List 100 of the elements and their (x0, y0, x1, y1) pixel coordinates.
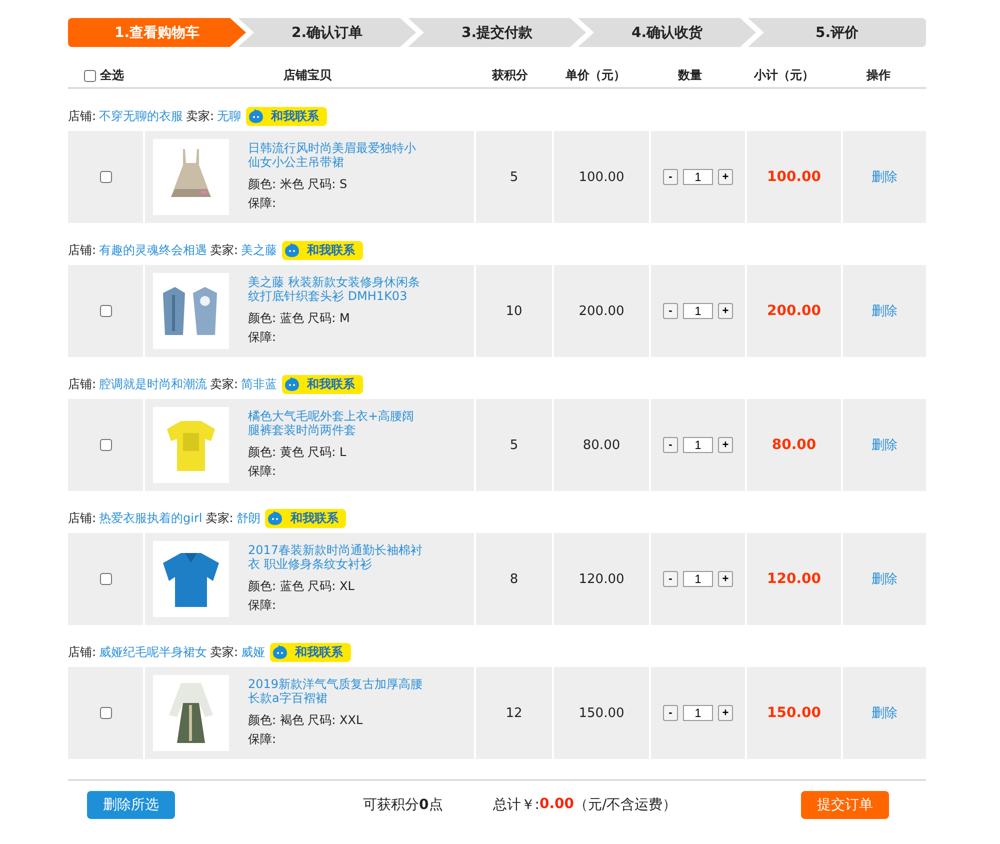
increase-button[interactable]: + (718, 303, 733, 319)
subtotal: 150.00 (766, 705, 822, 721)
shop-link[interactable]: 腔调就是时尚和潮流 (99, 376, 208, 392)
contact-button[interactable]: 和我联系 (270, 642, 352, 662)
shop-link[interactable]: 不穿无聊的衣服 (99, 108, 184, 124)
seller-link[interactable]: 威娅 (241, 644, 266, 660)
product-title-link[interactable]: 美之藤 秋装新款女装修身休闲条纹打底针织套头衫 DMH1K03 (248, 275, 426, 303)
unit-price: 100.00 (578, 170, 624, 184)
increase-button[interactable]: + (718, 705, 733, 721)
shop-link[interactable]: 有趣的灵魂终会相遇 (99, 242, 208, 258)
shop-label: 店铺: (68, 108, 96, 124)
decrease-button[interactable]: - (663, 437, 678, 453)
increase-button[interactable]: + (718, 437, 733, 453)
seller-label: 卖家: (186, 108, 214, 124)
column-header: 单价（元） (566, 67, 626, 84)
item-checkbox[interactable] (100, 305, 112, 317)
guarantee-label: 保障: (248, 329, 278, 346)
contact-button[interactable]: 和我联系 (246, 106, 328, 126)
decrease-button[interactable]: - (663, 303, 678, 319)
seller-label: 卖家: (210, 644, 238, 660)
delete-link[interactable]: 删除 (872, 436, 898, 454)
delete-link[interactable]: 删除 (872, 704, 898, 722)
seller-label: 卖家: (210, 242, 238, 258)
chat-bubble-icon (267, 510, 284, 526)
contact-button[interactable]: 和我联系 (282, 240, 364, 260)
column-header: 数量 (678, 67, 702, 84)
seller-link[interactable]: 舒朗 (236, 510, 260, 526)
product-title-link[interactable]: 橘色大气毛呢外套上衣+高腰阔腿裤套装时尚两件套 (248, 409, 426, 437)
points-value: 8 (510, 572, 518, 586)
product-title-link[interactable]: 日韩流行风时尚美眉最爱独特小仙女小公主吊带裙 (248, 141, 426, 169)
product-specs: 颜色: 蓝色 尺码: XL (248, 578, 356, 595)
select-all-label: 全选 (100, 67, 124, 84)
quantity-field[interactable]: 1 (683, 705, 713, 721)
points-value: 5 (510, 438, 518, 452)
step-tab[interactable]: 3.提交付款 (408, 18, 586, 47)
shop-label: 店铺: (68, 644, 96, 660)
product-title-link[interactable]: 2017春装新款时尚通勤长袖棉衬衣 职业修身条纹女衬衫 (248, 543, 426, 571)
product-specs: 颜色: 黄色 尺码: L (248, 444, 348, 461)
item-checkbox[interactable] (100, 171, 112, 183)
chat-bubble-icon (272, 644, 288, 660)
unit-price: 200.00 (578, 304, 624, 318)
unit-price: 80.00 (582, 438, 620, 452)
step-tab[interactable]: 2.确认订单 (238, 18, 416, 47)
shop-label: 店铺: (68, 510, 96, 526)
decrease-button[interactable]: - (663, 169, 678, 185)
unit-price: 120.00 (578, 572, 624, 586)
guarantee-label: 保障: (248, 597, 278, 614)
submit-order-button[interactable]: 提交订单 (801, 791, 889, 819)
increase-button[interactable]: + (718, 169, 733, 185)
chat-bubble-icon (248, 108, 264, 124)
column-header: 小计（元） (754, 67, 814, 84)
select-all-checkbox[interactable] (84, 70, 96, 82)
guarantee-label: 保障: (248, 731, 278, 748)
item-checkbox[interactable] (100, 707, 112, 719)
subtotal: 200.00 (766, 303, 822, 319)
subtotal: 80.00 (772, 437, 816, 453)
shop-label: 店铺: (68, 376, 96, 392)
delete-link[interactable]: 删除 (872, 168, 898, 186)
contact-button[interactable]: 和我联系 (282, 374, 364, 394)
quantity-field[interactable]: 1 (683, 169, 713, 185)
quantity-field[interactable]: 1 (683, 303, 713, 319)
delete-link[interactable]: 删除 (872, 302, 898, 320)
seller-label: 卖家: (210, 376, 238, 392)
seller-label: 卖家: (205, 510, 234, 526)
step-tab[interactable]: 4.确认收货 (578, 18, 756, 47)
item-checkbox[interactable] (100, 439, 112, 451)
total-note: （元/不含运费） (574, 796, 677, 814)
chat-bubble-icon (284, 376, 300, 392)
product-title-link[interactable]: 2019新款洋气气质复古加厚高腰长款a字百褶裙 (248, 677, 426, 705)
step-tab[interactable]: 1.查看购物车 (68, 18, 246, 47)
total-label: 总计￥: (492, 796, 540, 814)
decrease-button[interactable]: - (663, 571, 678, 587)
subtotal: 100.00 (766, 169, 822, 185)
chat-bubble-icon (284, 242, 300, 258)
delete-selected-button[interactable]: 删除所选 (87, 791, 175, 819)
column-header: 店铺宝贝 (284, 67, 332, 84)
points-summary: 可获积分0点 (363, 796, 443, 814)
seller-link[interactable]: 无聊 (217, 108, 242, 124)
points-value: 12 (506, 706, 522, 720)
product-specs: 颜色: 褐色 尺码: XXL (248, 712, 364, 729)
delete-link[interactable]: 删除 (872, 570, 898, 588)
column-header: 操作 (866, 67, 890, 84)
increase-button[interactable]: + (718, 571, 733, 587)
total-amount: 0.00 (539, 796, 574, 814)
decrease-button[interactable]: - (663, 705, 678, 721)
quantity-field[interactable]: 1 (683, 571, 713, 587)
seller-link[interactable]: 美之藤 (241, 242, 278, 258)
quantity-field[interactable]: 1 (683, 437, 713, 453)
seller-link[interactable]: 简非蓝 (241, 376, 278, 392)
product-specs: 颜色: 米色 尺码: S (248, 176, 348, 193)
step-tab[interactable]: 5.评价 (748, 18, 926, 47)
shop-link[interactable]: 热爱衣服执着的girl (99, 510, 202, 526)
product-specs: 颜色: 蓝色 尺码: M (248, 310, 351, 327)
guarantee-label: 保障: (248, 463, 278, 480)
shop-link[interactable]: 威娅纪毛呢半身裙女 (99, 644, 208, 660)
item-checkbox[interactable] (100, 573, 112, 585)
contact-button[interactable]: 和我联系 (265, 508, 346, 528)
subtotal: 120.00 (766, 571, 822, 587)
shop-label: 店铺: (68, 242, 96, 258)
unit-price: 150.00 (578, 706, 624, 720)
